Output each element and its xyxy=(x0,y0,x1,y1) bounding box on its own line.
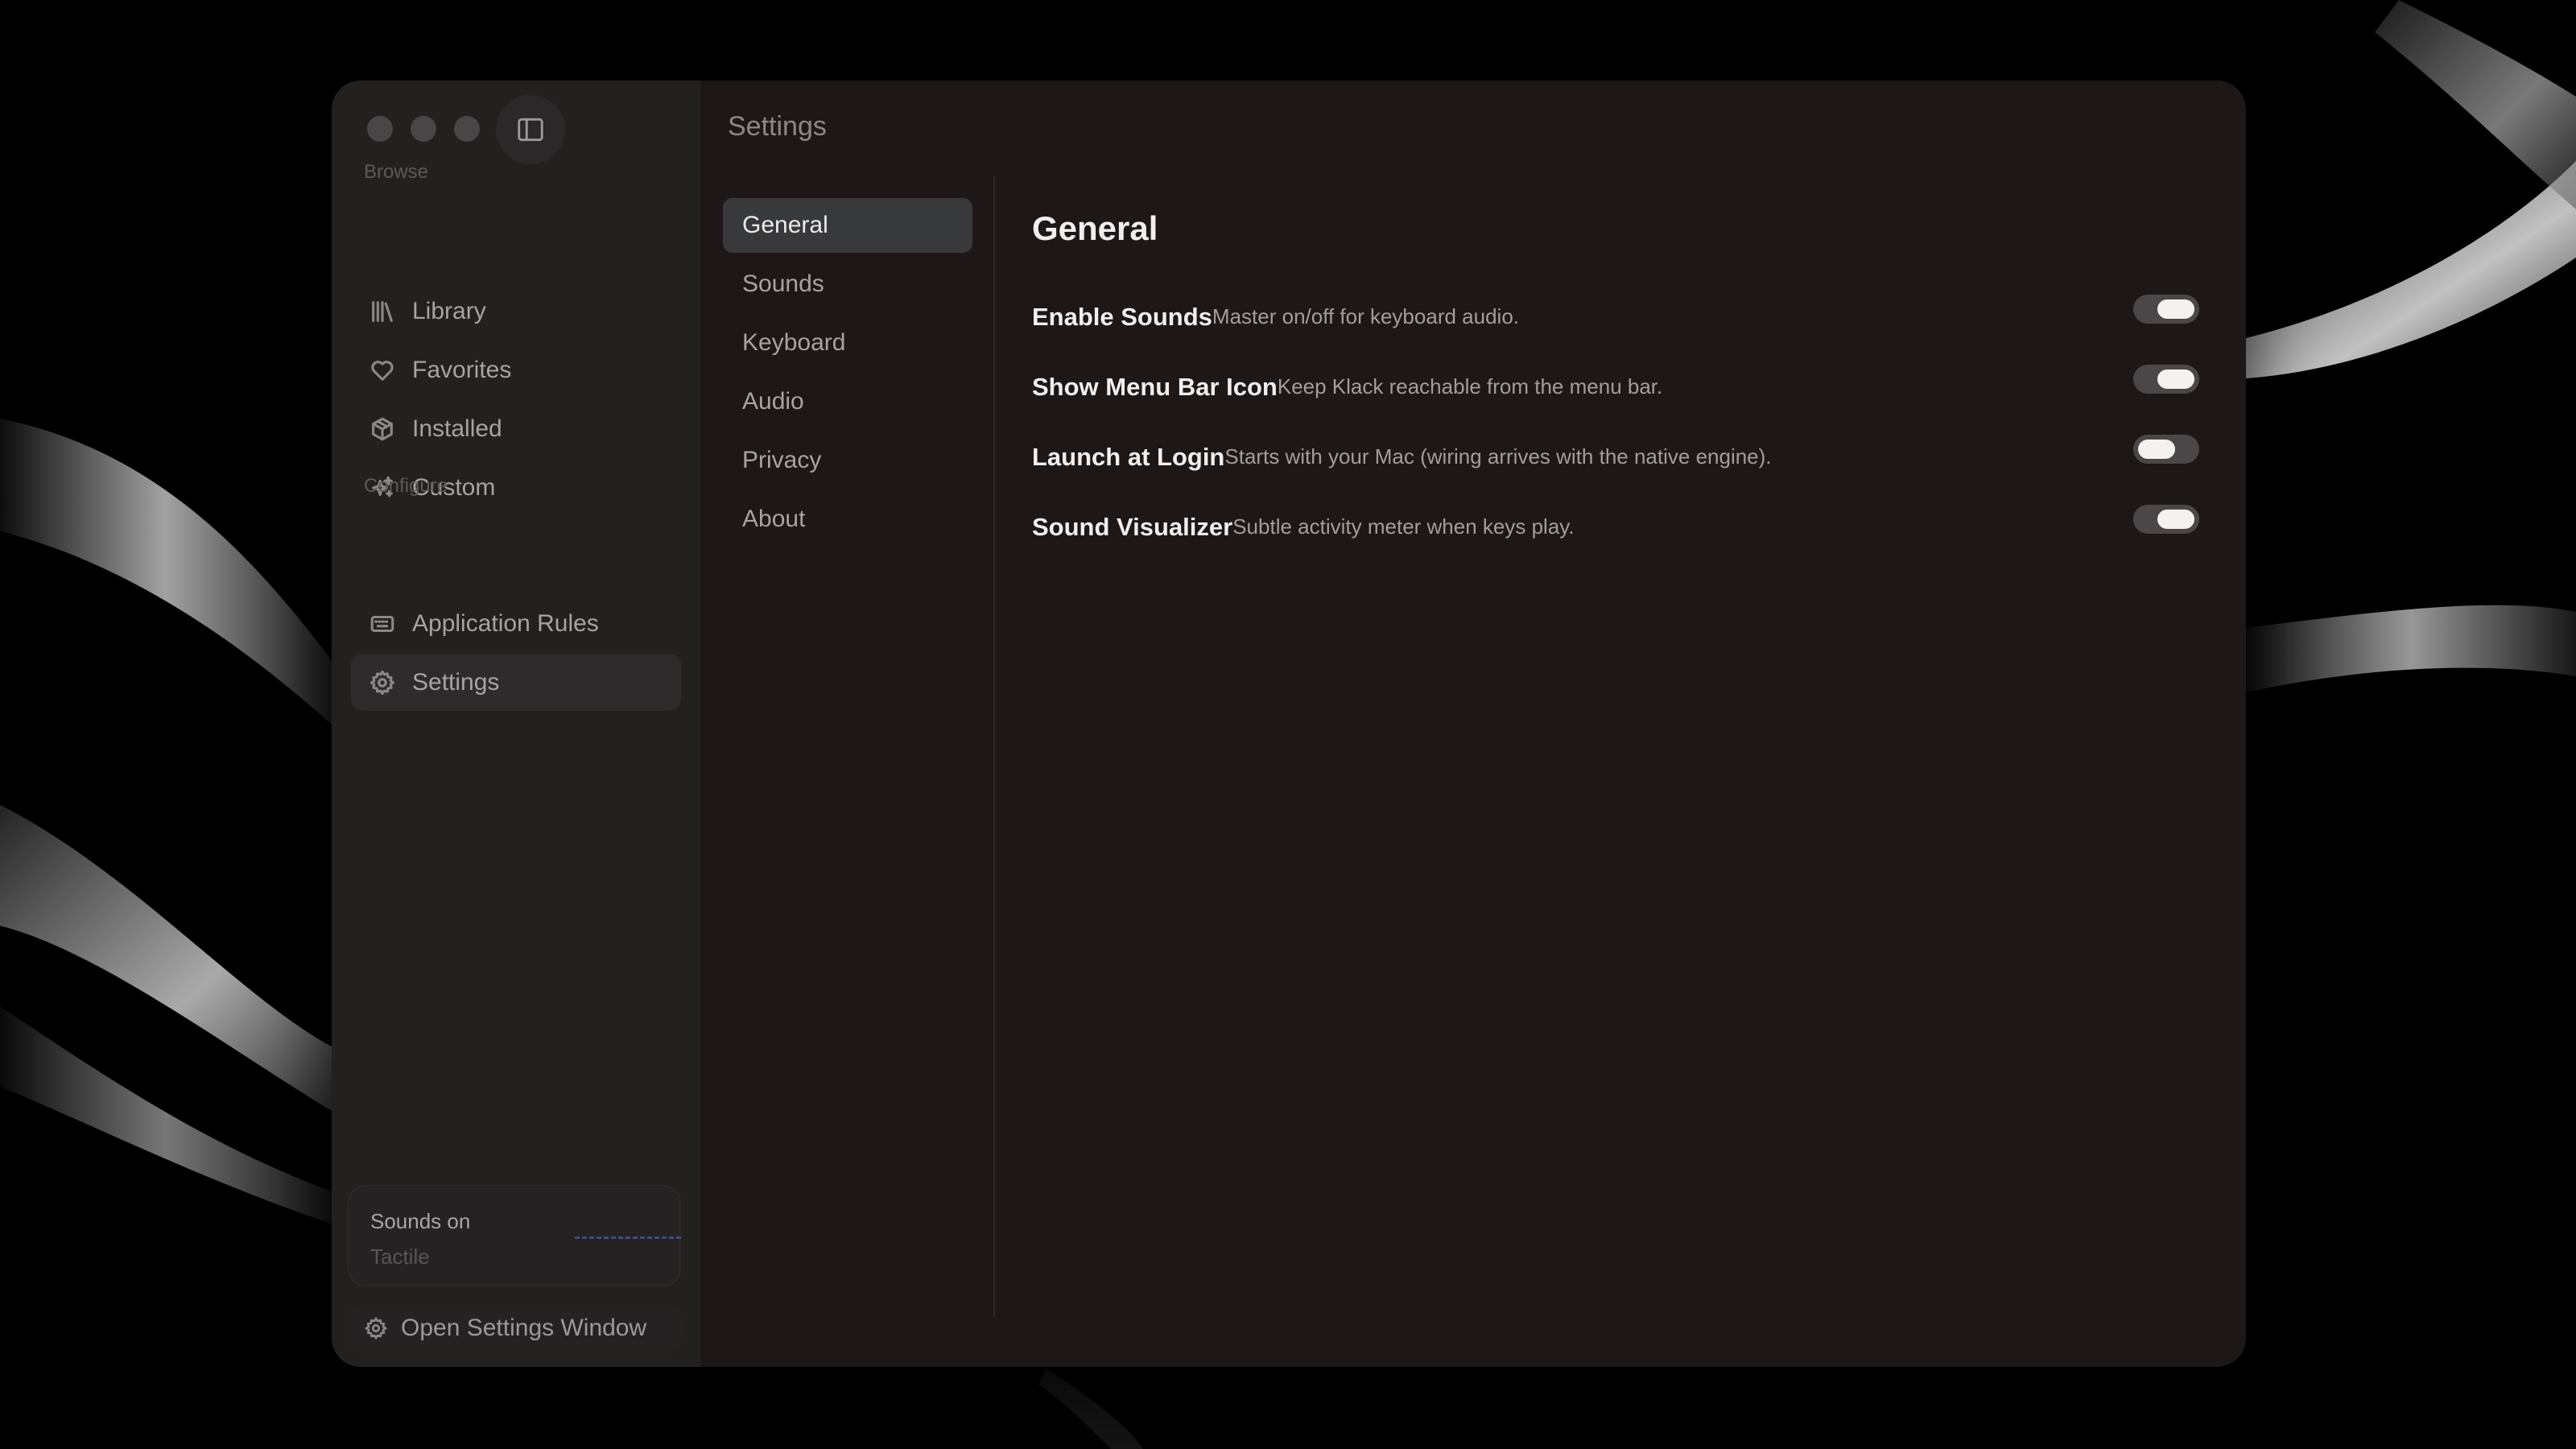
toggle-knob xyxy=(2157,369,2194,389)
sidebar-item-settings[interactable]: Settings xyxy=(351,654,681,711)
tab-audio[interactable]: Audio xyxy=(723,374,972,429)
sound-visualizer-toggle[interactable] xyxy=(2133,505,2199,534)
sidebar-item-favorites[interactable]: Favorites xyxy=(351,342,681,398)
setting-description: Keep Klack reachable from the menu bar. xyxy=(1277,374,1663,398)
enable-sounds-toggle[interactable] xyxy=(2133,295,2199,324)
open-settings-label: Open Settings Window xyxy=(401,1315,647,1341)
library-icon xyxy=(367,296,398,327)
close-window-button[interactable] xyxy=(367,116,393,142)
setting-title: Launch at Login xyxy=(1032,442,1225,471)
open-settings-window-button[interactable]: Open Settings Window xyxy=(348,1304,681,1352)
sidebar-item-label: Library xyxy=(412,298,486,324)
toggle-knob xyxy=(2157,510,2194,529)
window-controls xyxy=(367,116,480,142)
sound-status-text: Sounds on xyxy=(370,1209,471,1233)
gear-icon xyxy=(364,1316,388,1340)
launch-at-login-toggle[interactable] xyxy=(2133,435,2199,464)
settings-nav: General Sounds Keyboard Audio Privacy Ab… xyxy=(723,198,972,551)
sidebar-item-application-rules[interactable]: Application Rules xyxy=(351,596,681,652)
section-label-browse: Browse xyxy=(364,161,429,183)
sidebar-item-library[interactable]: Library xyxy=(351,283,681,340)
sidebar-panel-icon xyxy=(518,118,543,142)
panel-divider xyxy=(993,175,995,1319)
tab-privacy[interactable]: Privacy xyxy=(723,433,972,488)
activity-meter xyxy=(575,1236,681,1239)
section-label-configure: Configure xyxy=(364,475,448,497)
toggle-knob xyxy=(2157,299,2194,319)
setting-title: Show Menu Bar Icon xyxy=(1032,372,1278,401)
setting-title: Sound Visualizer xyxy=(1032,512,1233,541)
show-menu-bar-icon-toggle[interactable] xyxy=(2133,365,2199,394)
sidebar-item-label: Favorites xyxy=(412,357,512,383)
setting-description: Subtle activity meter when keys play. xyxy=(1232,514,1575,539)
page-title: Settings xyxy=(728,111,827,142)
tab-sounds[interactable]: Sounds xyxy=(723,257,972,312)
sidebar-item-label: Installed xyxy=(412,415,502,442)
section-heading: General xyxy=(1032,209,1158,247)
general-settings-panel: General Enable Sounds Master on/off for … xyxy=(1032,209,2199,562)
minimize-window-button[interactable] xyxy=(411,116,436,142)
sidebar-toggle-button[interactable] xyxy=(496,95,565,164)
toggle-knob xyxy=(2138,440,2175,459)
sound-pack-name: Tactile xyxy=(370,1245,430,1269)
setting-row-launch-at-login: Launch at Login Starts with your Mac (wi… xyxy=(1032,422,2199,492)
setting-description: Master on/off for keyboard audio. xyxy=(1212,304,1519,328)
sidebar-item-label: Application Rules xyxy=(412,610,599,637)
tab-general[interactable]: General xyxy=(723,198,972,253)
setting-row-enable-sounds: Enable Sounds Master on/off for keyboard… xyxy=(1032,282,2199,352)
setting-description: Starts with your Mac (wiring arrives wit… xyxy=(1224,444,1772,469)
zoom-window-button[interactable] xyxy=(454,116,480,142)
setting-row-sound-visualizer: Sound Visualizer Subtle activity meter w… xyxy=(1032,492,2199,562)
sound-status-card: Sounds on Tactile xyxy=(348,1185,681,1286)
tab-about[interactable]: About xyxy=(723,492,972,547)
sidebar-item-label: Settings xyxy=(412,669,500,696)
heart-icon xyxy=(367,355,398,386)
app-window: Browse Library Favorites Installed Custo… xyxy=(332,80,2246,1367)
setting-row-show-menu-bar-icon: Show Menu Bar Icon Keep Klack reachable … xyxy=(1032,352,2199,422)
sidebar: Browse Library Favorites Installed Custo… xyxy=(332,80,700,1367)
package-icon xyxy=(367,414,398,444)
sidebar-item-installed[interactable]: Installed xyxy=(351,401,681,457)
keyboard-icon xyxy=(367,609,398,639)
gear-icon xyxy=(367,667,398,698)
tab-keyboard[interactable]: Keyboard xyxy=(723,316,972,370)
setting-title: Enable Sounds xyxy=(1032,302,1212,331)
